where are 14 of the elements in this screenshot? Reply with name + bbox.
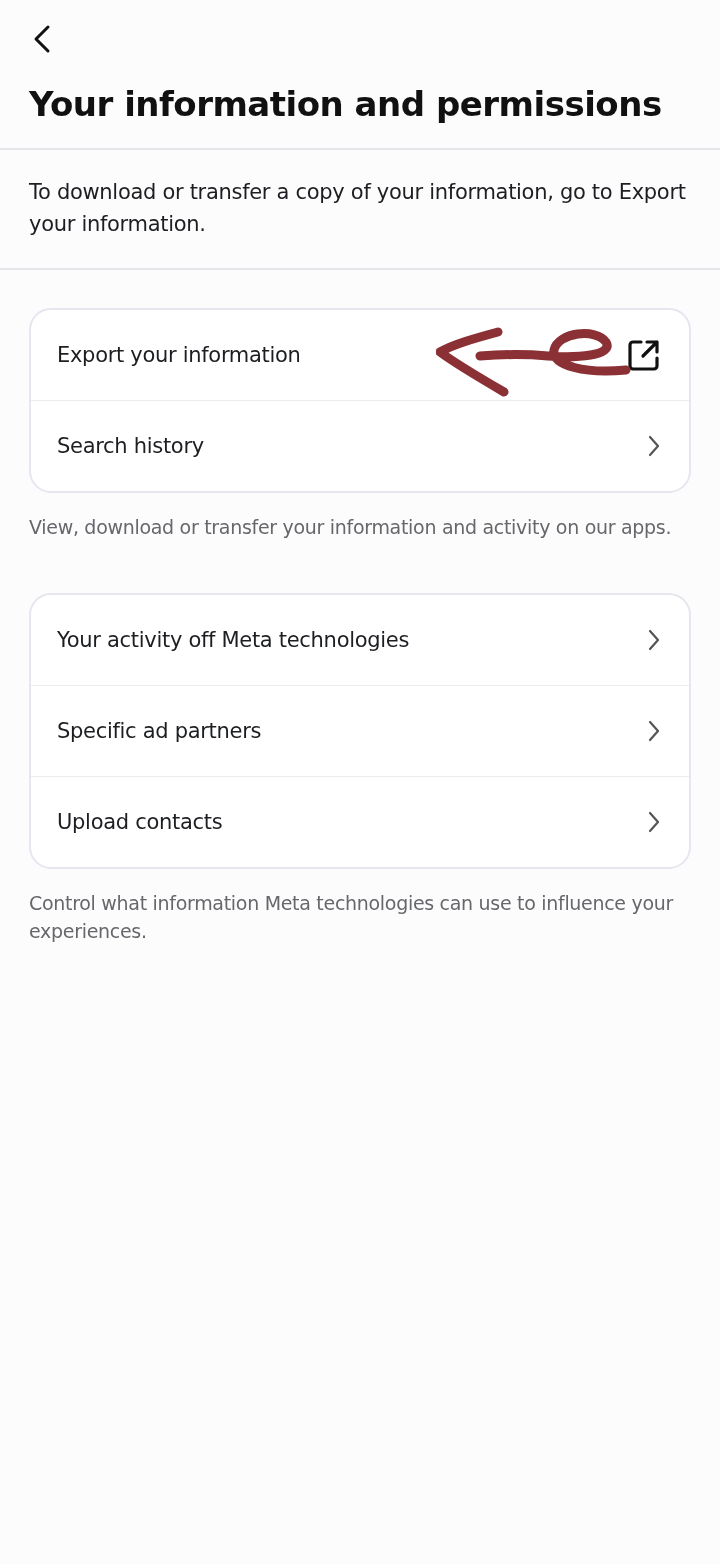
page-title: Your information and permissions — [29, 84, 663, 124]
settings-row[interactable]: Export your information — [31, 310, 689, 400]
chevron-right-icon — [647, 811, 661, 833]
external-link-icon — [627, 338, 661, 372]
settings-row[interactable]: Specific ad partners — [31, 685, 689, 776]
settings-row[interactable]: Search history — [31, 400, 689, 491]
intro-text: To download or transfer a copy of your information, go to Export your information. — [29, 179, 687, 238]
settings-row[interactable]: Upload contacts — [31, 776, 689, 867]
section-description: View, download or transfer your information and activity on our apps. — [29, 515, 673, 540]
chevron-right-icon — [647, 629, 661, 651]
chevron-right-icon — [647, 720, 661, 742]
section-description: Control what information Meta technologies can use to influence your experiences. — [29, 891, 675, 944]
chevron-right-icon — [647, 435, 661, 457]
settings-row[interactable]: Your activity off Meta technologies — [31, 595, 689, 685]
